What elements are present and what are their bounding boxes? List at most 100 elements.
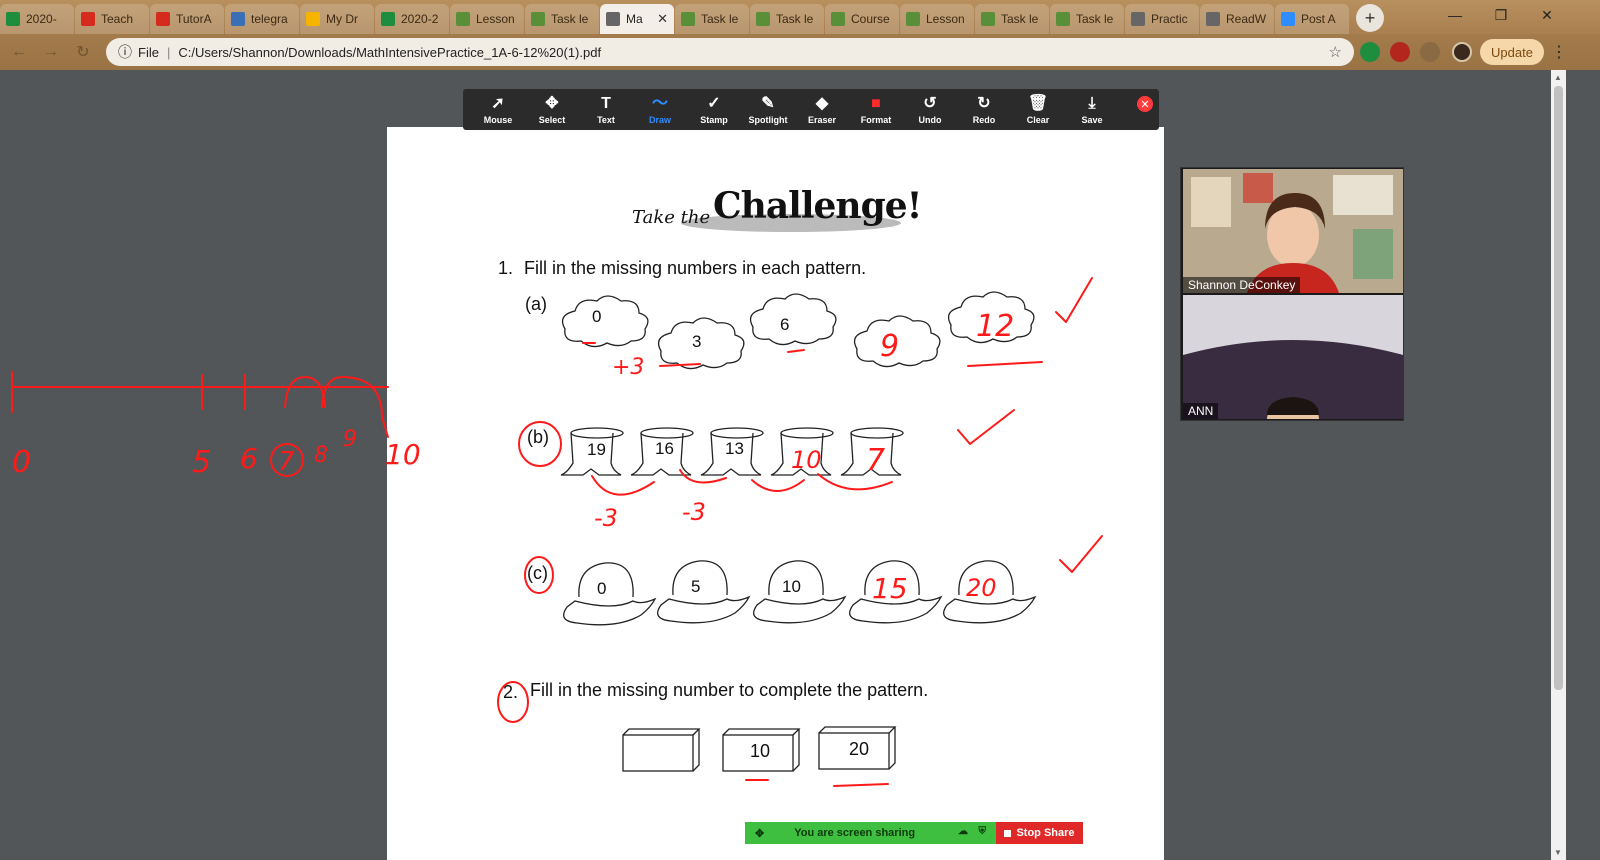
forward-arrow-icon[interactable]: → xyxy=(38,39,64,65)
browser-tab[interactable]: TutorA xyxy=(150,4,224,34)
tab-label: Task le xyxy=(1001,12,1039,26)
spotlight-icon: ✎ xyxy=(761,94,775,112)
close-toolbar-icon[interactable]: ✕ xyxy=(1137,96,1153,112)
hat-shape-2 xyxy=(657,560,751,624)
browser-tab[interactable]: 2020-2 xyxy=(375,4,449,34)
page-icon xyxy=(1056,12,1070,26)
tab-label: Task le xyxy=(1076,12,1114,26)
browser-tab[interactable]: Task le xyxy=(1050,4,1124,34)
tool-mouse[interactable]: ➚ Mouse xyxy=(471,89,525,130)
numberline-label-0: 0 xyxy=(12,445,31,480)
browser-tab[interactable]: Practic xyxy=(1125,4,1199,34)
browser-tab[interactable]: Lesson xyxy=(900,4,974,34)
hat-shape-5 xyxy=(943,560,1037,624)
vertical-scrollbar[interactable]: ▲ ▼ xyxy=(1551,70,1566,860)
tab-label: Task le xyxy=(776,12,814,26)
hat-shape-1 xyxy=(563,562,657,626)
browser-tab[interactable]: Task le xyxy=(975,4,1049,34)
stump-value-2: 16 xyxy=(655,439,674,458)
tool-redo[interactable]: ↻ Redo xyxy=(957,89,1011,130)
tool-text[interactable]: T Text xyxy=(579,89,633,130)
part-b-label: (b) xyxy=(527,427,549,447)
question-1-number: 1. xyxy=(498,258,514,278)
puzzle-extension-icon[interactable] xyxy=(1420,42,1440,62)
tool-label: Mouse xyxy=(483,114,513,125)
numberline-label-9: 9 xyxy=(343,427,357,452)
share-status[interactable]: ✥ You are screen sharing ☁ ⛨ xyxy=(745,822,996,844)
back-arrow-icon[interactable]: ← xyxy=(6,39,32,65)
close-window-button[interactable]: ✕ xyxy=(1524,0,1570,30)
tool-clear[interactable]: 🗑 Clear xyxy=(1011,89,1065,130)
browser-tab[interactable]: ReadW xyxy=(1200,4,1274,34)
new-tab-button[interactable]: + xyxy=(1356,4,1384,32)
tool-undo[interactable]: ↺ Undo xyxy=(903,89,957,130)
tool-save[interactable]: ⤓ Save xyxy=(1065,89,1119,130)
ublock-icon[interactable] xyxy=(1390,42,1410,62)
extension-green-icon[interactable] xyxy=(1360,42,1380,62)
page-icon xyxy=(756,12,770,26)
mouse-icon: ➚ xyxy=(491,94,505,112)
close-tab-icon[interactable]: ✕ xyxy=(657,11,668,27)
tool-label: Clear xyxy=(1026,114,1050,125)
browser-tab[interactable]: Teach xyxy=(75,4,149,34)
bookmark-star-icon[interactable]: ☆ xyxy=(1329,43,1342,61)
hat-shape-4 xyxy=(849,560,943,624)
more-menu-icon[interactable]: ⋮ xyxy=(1551,42,1567,62)
tool-stamp[interactable]: ✓ Stamp xyxy=(687,89,741,130)
stop-share-label: Stop Share xyxy=(1016,827,1075,839)
browser-tab[interactable]: Lesson xyxy=(450,4,524,34)
google-sheets-icon xyxy=(6,12,20,26)
url-text[interactable]: C:/Users/Shannon/Downloads/MathIntensive… xyxy=(178,45,601,60)
tool-label: Draw xyxy=(648,114,671,125)
browser-tab[interactable]: My Dr xyxy=(300,4,374,34)
drag-handle-icon[interactable]: ✥ xyxy=(755,827,764,840)
annotation-toolbar: ➚ Mouse ✥ Select T Text 〜 Draw ✓ Stamp ✎ Spotlight ◆… xyxy=(463,89,1159,130)
scroll-down-icon[interactable]: ▼ xyxy=(1554,848,1562,857)
tool-select[interactable]: ✥ Select xyxy=(525,89,579,130)
part-c-label: (c) xyxy=(527,563,548,583)
tool-spotlight[interactable]: ✎ Spotlight xyxy=(741,89,795,130)
participant-name-guest: ANN xyxy=(1183,403,1219,419)
browser-tab[interactable]: Task le xyxy=(675,4,749,34)
minimize-button[interactable]: — xyxy=(1432,0,1478,30)
browser-tab[interactable]: Post A xyxy=(1275,4,1349,34)
restore-button[interactable]: ❐ xyxy=(1478,0,1524,30)
stamp-icon: ✓ xyxy=(707,94,721,112)
page-icon xyxy=(906,12,920,26)
browser-tab[interactable]: 2020- xyxy=(0,4,74,34)
format-icon: ■ xyxy=(871,94,881,112)
tab-label: Course xyxy=(851,12,890,26)
save-icon: ⤓ xyxy=(1088,94,1096,112)
browser-tab[interactable]: Ma ✕ xyxy=(600,4,674,34)
profile-avatar[interactable] xyxy=(1452,42,1472,62)
info-icon[interactable]: ⓘ xyxy=(118,42,132,62)
info-red-icon xyxy=(81,12,95,26)
browser-tab[interactable]: telegra xyxy=(225,4,299,34)
scroll-up-icon[interactable]: ▲ xyxy=(1554,73,1562,82)
tab-label: Lesson xyxy=(476,12,515,26)
browser-tab[interactable]: Task le xyxy=(750,4,824,34)
tool-format[interactable]: ■ Format xyxy=(849,89,903,130)
scroll-thumb[interactable] xyxy=(1554,86,1563,690)
browser-tab[interactable]: Course xyxy=(825,4,899,34)
network-icon: ☁ xyxy=(958,826,968,837)
google-drive-icon xyxy=(306,12,320,26)
video-tile-guest[interactable]: ANN xyxy=(1183,295,1403,419)
update-button[interactable]: Update xyxy=(1480,39,1544,65)
page-icon xyxy=(831,12,845,26)
cloud-value-1: 0 xyxy=(592,307,602,326)
guest-video-frame xyxy=(1183,295,1403,419)
video-tile-host[interactable]: Shannon DeConkey xyxy=(1183,169,1403,293)
page-icon xyxy=(531,12,545,26)
tool-label: Format xyxy=(860,114,892,125)
tool-label: Undo xyxy=(918,114,942,125)
tool-eraser[interactable]: ◆ Eraser xyxy=(795,89,849,130)
stop-share-button[interactable]: Stop Share xyxy=(996,822,1083,844)
reload-icon[interactable]: ↻ xyxy=(70,39,96,65)
tool-draw[interactable]: 〜 Draw xyxy=(633,89,687,130)
browser-tab[interactable]: Task le xyxy=(525,4,599,34)
numberline-label-6: 6 xyxy=(240,442,258,475)
address-bar[interactable]: ⓘ File | C:/Users/Shannon/Downloads/Math… xyxy=(106,38,1354,66)
share-status-text: You are screen sharing xyxy=(794,827,916,839)
host-video-frame xyxy=(1183,169,1403,293)
